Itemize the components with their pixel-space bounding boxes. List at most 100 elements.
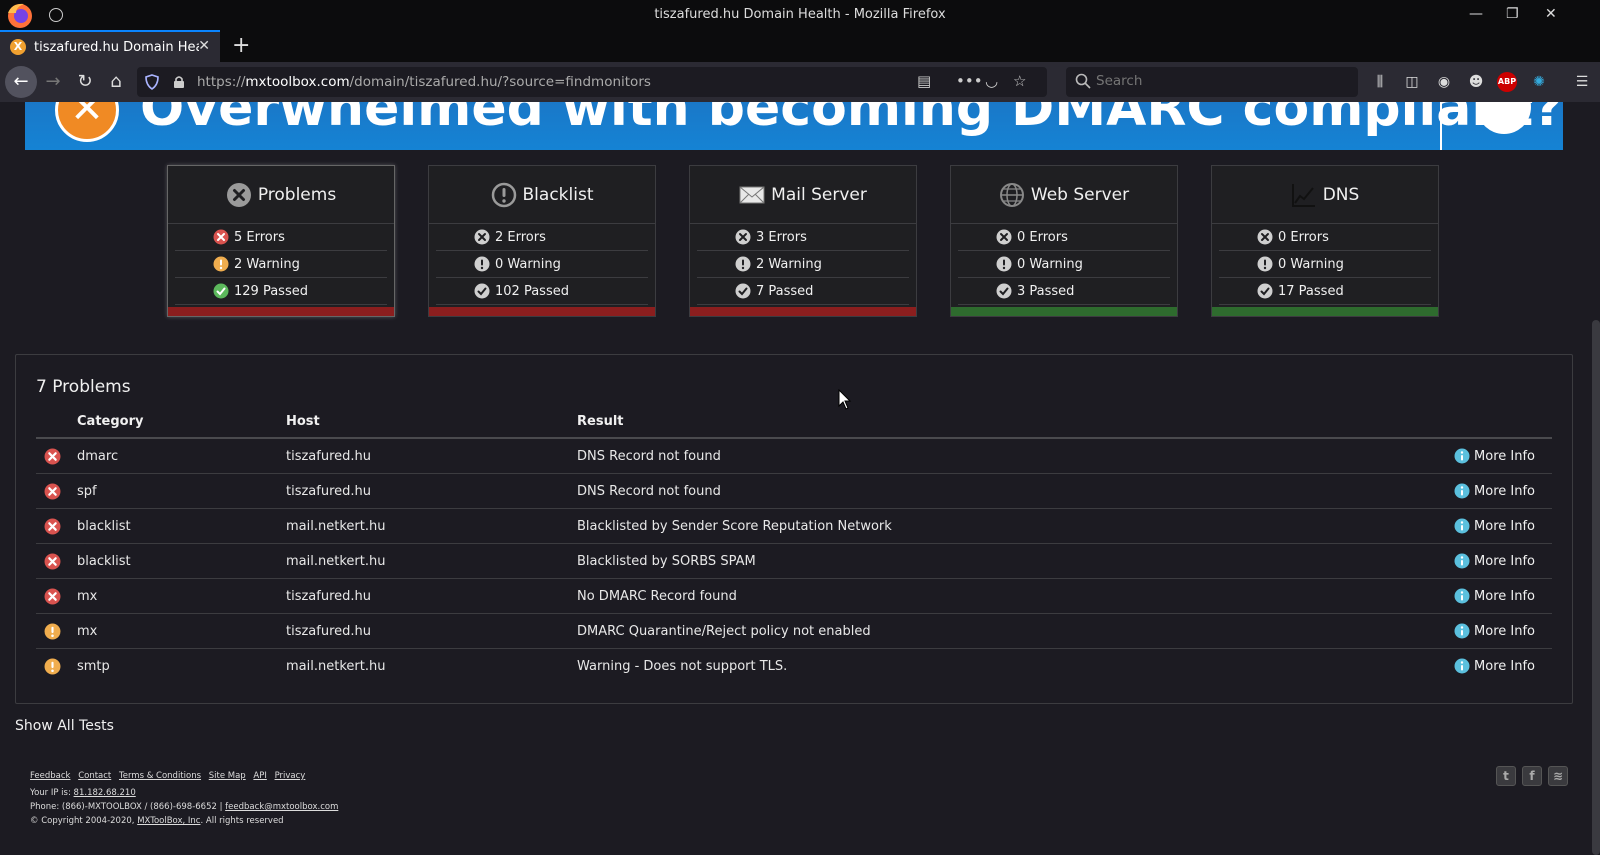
page-scrollbar[interactable]	[1592, 320, 1600, 855]
show-all-tests-link[interactable]: Show All Tests	[15, 718, 114, 734]
cell-result: No DMARC Record found	[577, 589, 737, 604]
minimize-button[interactable]: —	[1469, 6, 1483, 22]
email-link[interactable]: feedback@mxtoolbox.com	[225, 802, 338, 812]
more-info-link[interactable]: More Info	[1454, 483, 1535, 499]
more-info-link[interactable]: More Info	[1454, 553, 1535, 569]
more-info-link[interactable]: More Info	[1454, 588, 1535, 604]
adblock-icon[interactable]: ABP	[1497, 72, 1517, 92]
table-row[interactable]: spf tiszafured.hu DNS Record not found More…	[36, 474, 1552, 509]
footer-link-privacy[interactable]: Privacy	[275, 771, 306, 781]
check-circle-icon	[1257, 283, 1273, 299]
dmarc-banner[interactable]: ✕ Overwhelmed with becoming DMARC compli…	[25, 102, 1563, 150]
cell-host: tiszafured.hu	[286, 624, 372, 639]
info-icon	[1454, 483, 1470, 499]
table-row[interactable]: mx tiszafured.hu DMARC Quarantine/Reject p…	[36, 614, 1552, 649]
x-circle-icon	[226, 182, 251, 207]
footer-copyright: © Copyright 2004-2020, MXToolBox, Inc. A…	[30, 814, 343, 828]
more-info-label: More Info	[1474, 483, 1535, 499]
tab-close-icon[interactable]: ✕	[198, 38, 210, 54]
forward-button[interactable]: →	[41, 70, 65, 94]
footer: Feedback Contact Terms & Conditions Site…	[30, 769, 343, 828]
pocket-icon[interactable]: ◡	[985, 72, 998, 90]
summary-card-dns[interactable]: DNS 0 Errors 0 Warning 17 Passed	[1211, 165, 1439, 317]
info-icon	[1454, 448, 1470, 464]
footer-link-terms[interactable]: Terms & Conditions	[119, 771, 201, 781]
tab-bar: X tiszafured.hu Domain Hea ✕ +	[0, 30, 1600, 62]
tab-active[interactable]: X tiszafured.hu Domain Hea ✕	[0, 30, 220, 62]
card-warning-row: 2 Warning	[175, 251, 387, 278]
menu-icon[interactable]: ☰	[1572, 72, 1592, 92]
tracking-shield-icon[interactable]	[145, 74, 159, 90]
banner-text: Overwhelmed with becoming DMARC complian…	[140, 102, 1563, 138]
settings-extension-icon[interactable]: ✺	[1529, 72, 1549, 92]
close-window-button[interactable]: ✕	[1545, 6, 1557, 22]
warning-circle-icon	[996, 256, 1012, 272]
card-passed-count: 17 Passed	[1278, 283, 1344, 299]
card-errors-count: 5 Errors	[234, 229, 285, 245]
banner-x-icon: ✕	[55, 102, 119, 142]
check-circle-icon	[213, 283, 229, 299]
more-info-label: More Info	[1474, 588, 1535, 604]
column-header-result[interactable]: Result	[577, 414, 624, 429]
table-row[interactable]: dmarc tiszafured.hu DNS Record not found Mo…	[36, 439, 1552, 474]
page-content: ✕ Overwhelmed with becoming DMARC compli…	[0, 102, 1600, 855]
more-info-link[interactable]: More Info	[1454, 658, 1535, 674]
footer-link-api[interactable]: API	[253, 771, 266, 781]
card-errors-count: 2 Errors	[495, 229, 546, 245]
ip-label: Your IP is:	[30, 788, 71, 798]
summary-card-mail-server[interactable]: Mail Server 3 Errors 2 Warning 7 Passed	[689, 165, 917, 317]
lock-icon[interactable]	[173, 75, 185, 89]
card-warning-count: 0 Warning	[495, 256, 561, 272]
summary-card-blacklist[interactable]: Blacklist 2 Errors 0 Warning 102 Passed	[428, 165, 656, 317]
reload-button[interactable]: ↻	[73, 70, 97, 94]
warning-circle-icon	[474, 256, 490, 272]
mxtoolbox-favicon-icon: X	[10, 39, 26, 55]
chart-icon	[1291, 183, 1315, 207]
warning-circle-icon	[213, 256, 229, 272]
twitter-icon[interactable]: t	[1496, 766, 1516, 786]
company-link[interactable]: MXToolBox, Inc	[137, 816, 200, 826]
summary-card-web-server[interactable]: Web Server 0 Errors 0 Warning 3 Passed	[950, 165, 1178, 317]
restore-button[interactable]: ❐	[1506, 6, 1519, 22]
footer-link-feedback[interactable]: Feedback	[30, 771, 70, 781]
account-icon[interactable]: ◉	[1434, 72, 1454, 92]
back-button[interactable]: ←	[5, 66, 37, 98]
library-icon[interactable]: ⫼	[1370, 72, 1390, 92]
cell-host: tiszafured.hu	[286, 484, 372, 499]
ip-link[interactable]: 81.182.68.210	[74, 788, 136, 798]
footer-link-contact[interactable]: Contact	[78, 771, 111, 781]
card-passed-row: 102 Passed	[436, 278, 648, 305]
page-actions-icon[interactable]: •••	[956, 72, 983, 90]
new-tab-button[interactable]: +	[232, 33, 250, 58]
sidebar-icon[interactable]: ◫	[1402, 72, 1422, 92]
check-circle-icon	[735, 283, 751, 299]
info-icon	[1454, 588, 1470, 604]
home-button[interactable]: ⌂	[104, 70, 128, 94]
reader-view-icon[interactable]: ▤	[917, 72, 931, 90]
more-info-link[interactable]: More Info	[1454, 518, 1535, 534]
extension-icon[interactable]: ☻	[1466, 72, 1486, 92]
column-header-host[interactable]: Host	[286, 414, 320, 429]
card-errors-row: 0 Errors	[958, 224, 1170, 251]
search-input[interactable]	[1096, 73, 1346, 89]
url-bar[interactable]: https://mxtoolbox.com/domain/tiszafured.…	[137, 67, 1047, 97]
info-icon	[1454, 553, 1470, 569]
more-info-link[interactable]: More Info	[1454, 623, 1535, 639]
column-header-category[interactable]: Category	[77, 414, 143, 429]
more-info-link[interactable]: More Info	[1454, 448, 1535, 464]
card-errors-row: 3 Errors	[697, 224, 909, 251]
rss-icon[interactable]: ≋	[1548, 766, 1568, 786]
table-row[interactable]: mx tiszafured.hu No DMARC Record found More…	[36, 579, 1552, 614]
url-text[interactable]: https://mxtoolbox.com/domain/tiszafured.…	[197, 74, 651, 90]
bookmark-star-icon[interactable]: ☆	[1013, 72, 1026, 90]
cell-host: tiszafured.hu	[286, 589, 372, 604]
table-row[interactable]: smtp mail.netkert.hu Warning - Does not su…	[36, 649, 1552, 684]
facebook-icon[interactable]: f	[1522, 766, 1542, 786]
card-errors-row: 5 Errors	[175, 224, 387, 251]
summary-card-problems[interactable]: Problems 5 Errors 2 Warning 129 Passed	[167, 165, 395, 317]
error-icon	[44, 588, 61, 605]
table-row[interactable]: blacklist mail.netkert.hu Blacklisted by S…	[36, 544, 1552, 579]
footer-link-sitemap[interactable]: Site Map	[209, 771, 246, 781]
table-row[interactable]: blacklist mail.netkert.hu Blacklisted by S…	[36, 509, 1552, 544]
search-bar[interactable]	[1066, 67, 1358, 97]
